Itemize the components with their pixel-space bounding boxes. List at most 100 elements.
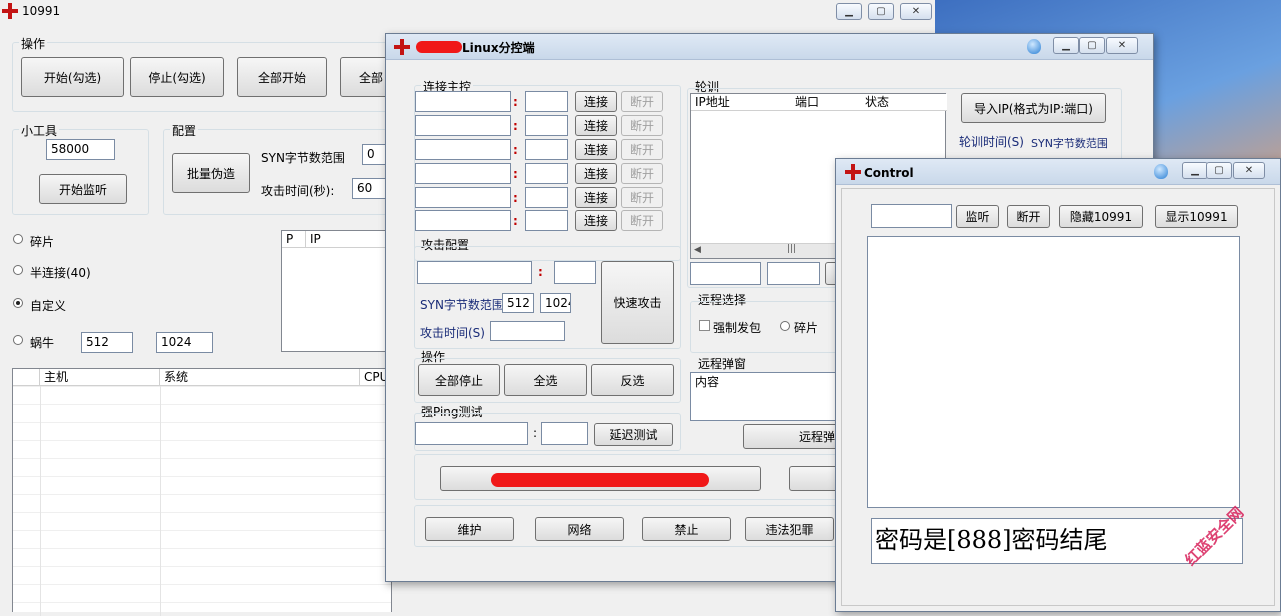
main-title: 10991 (22, 4, 61, 18)
port-input[interactable]: 58000 (46, 139, 115, 160)
linux-minimize-button[interactable]: ▁ (1053, 37, 1079, 54)
mode-snail-label: 蜗牛 (30, 336, 55, 350)
poll-input-2[interactable] (767, 262, 820, 285)
remote-popup-button[interactable]: 远程弹 (743, 424, 840, 449)
connect-button-5[interactable]: 连接 (575, 187, 617, 208)
close-button[interactable]: ✕ (900, 3, 932, 20)
mode-fragment-radio[interactable] (13, 234, 23, 244)
poll-input-1[interactable] (690, 262, 761, 285)
ping-port-input[interactable] (541, 422, 588, 445)
control-port-input[interactable] (871, 204, 952, 228)
snail-min-input[interactable]: 512 (81, 332, 133, 353)
remote-popup-content-input[interactable]: 内容 (690, 372, 840, 421)
connect-button-3[interactable]: 连接 (575, 139, 617, 160)
col-ip[interactable]: IP (306, 231, 392, 248)
app-cross-icon (2, 3, 18, 19)
control-disconnect-button[interactable]: 断开 (1007, 205, 1050, 228)
snail-max-input[interactable]: 1024 (156, 332, 213, 353)
force-send-checkbox[interactable] (699, 320, 710, 331)
scroll-left-icon[interactable]: ◀ (694, 245, 701, 255)
host-list[interactable]: 主机 系统 CPU (12, 368, 393, 616)
linux-maximize-button[interactable]: ▢ (1079, 37, 1105, 54)
mode-half-radio[interactable] (13, 265, 23, 275)
colon-3: : (513, 143, 518, 157)
port-input-1[interactable] (525, 91, 568, 112)
attack-time-label: 攻击时间(秒): (261, 184, 335, 198)
poll-col-ip[interactable]: IP地址 (691, 94, 791, 111)
connect-button-4[interactable]: 连接 (575, 163, 617, 184)
invert-select-button[interactable]: 反选 (591, 364, 674, 396)
remote-fragment-radio[interactable] (780, 321, 790, 331)
start-all-button[interactable]: 全部开始 (237, 57, 327, 97)
ping-host-input[interactable] (415, 422, 528, 445)
remote-fragment-label: 碎片 (794, 321, 819, 335)
linux-cross-icon (394, 39, 410, 55)
disconnect-button-6[interactable]: 断开 (621, 210, 663, 231)
mode-half-label: 半连接(40) (30, 266, 91, 280)
remote-popup-label: 远程弹窗 (698, 357, 747, 371)
disconnect-button-3[interactable]: 断开 (621, 139, 663, 160)
minimize-button[interactable]: ▁ (836, 3, 862, 20)
disconnect-button-1[interactable]: 断开 (621, 91, 663, 112)
network-button[interactable]: 网络 (535, 517, 624, 541)
host-input-2[interactable] (415, 115, 511, 136)
control-log-area[interactable] (867, 236, 1240, 508)
colon-1: : (513, 95, 518, 109)
target-host-input[interactable] (417, 261, 532, 284)
linux-title: Linux分控端 (462, 41, 535, 55)
control-listen-button[interactable]: 监听 (956, 205, 999, 228)
host-input-1[interactable] (415, 91, 511, 112)
stop-checked-button[interactable]: 停止(勾选) (130, 57, 224, 97)
attack-time-input-linux[interactable] (490, 321, 565, 341)
control-minimize-button[interactable]: ▁ (1182, 162, 1208, 179)
target-port-input[interactable] (554, 261, 596, 284)
quick-attack-button[interactable]: 快速攻击 (601, 261, 674, 344)
port-input-4[interactable] (525, 163, 568, 184)
disconnect-button-4[interactable]: 断开 (621, 163, 663, 184)
poll-col-port[interactable]: 端口 (791, 94, 861, 111)
col-host[interactable]: 主机 (40, 369, 160, 386)
host-input-4[interactable] (415, 163, 511, 184)
port-input-3[interactable] (525, 139, 568, 160)
ban-button[interactable]: 禁止 (642, 517, 731, 541)
port-input-6[interactable] (525, 210, 568, 231)
maintain-button[interactable]: 维护 (425, 517, 514, 541)
col-blank[interactable] (13, 369, 40, 386)
linux-close-button[interactable]: ✕ (1106, 37, 1138, 54)
control-close-button[interactable]: ✕ (1233, 162, 1265, 179)
connect-button-2[interactable]: 连接 (575, 115, 617, 136)
small-ip-list[interactable]: P IP (281, 230, 392, 352)
host-input-6[interactable] (415, 210, 511, 231)
stop-all-button[interactable]: 全部停止 (418, 364, 500, 396)
attack-syn-min-input[interactable]: 512 (502, 293, 534, 313)
scroll-thumb[interactable]: ||| (787, 244, 796, 254)
disconnect-button-2[interactable]: 断开 (621, 115, 663, 136)
show-10991-button[interactable]: 显示10991 (1155, 205, 1238, 228)
redacted-mark (416, 41, 462, 53)
ping-colon: : (533, 426, 538, 440)
control-bubble-icon (1154, 164, 1168, 179)
attack-syn-max-input[interactable]: 1024 (540, 293, 571, 313)
batch-forge-button[interactable]: 批量伪造 (172, 153, 250, 193)
host-input-3[interactable] (415, 139, 511, 160)
maximize-button[interactable]: ▢ (868, 3, 894, 20)
start-checked-button[interactable]: 开始(勾选) (21, 57, 124, 97)
connect-button-1[interactable]: 连接 (575, 91, 617, 112)
hide-10991-button[interactable]: 隐藏10991 (1059, 205, 1143, 228)
connect-button-6[interactable]: 连接 (575, 210, 617, 231)
disconnect-button-5[interactable]: 断开 (621, 187, 663, 208)
latency-test-button[interactable]: 延迟测试 (594, 423, 673, 446)
import-ip-button[interactable]: 导入IP(格式为IP:端口) (961, 93, 1106, 123)
mode-snail-radio[interactable] (13, 335, 23, 345)
port-input-5[interactable] (525, 187, 568, 208)
select-all-button[interactable]: 全选 (504, 364, 587, 396)
illegal-button[interactable]: 违法犯罪 (745, 517, 834, 541)
control-maximize-button[interactable]: ▢ (1206, 162, 1232, 179)
host-input-5[interactable] (415, 187, 511, 208)
col-system[interactable]: 系统 (160, 369, 360, 386)
port-input-2[interactable] (525, 115, 568, 136)
start-listen-button[interactable]: 开始监听 (39, 174, 127, 204)
poll-col-status[interactable]: 状态 (861, 94, 947, 111)
col-p[interactable]: P (282, 231, 306, 248)
mode-custom-radio[interactable] (13, 298, 23, 308)
